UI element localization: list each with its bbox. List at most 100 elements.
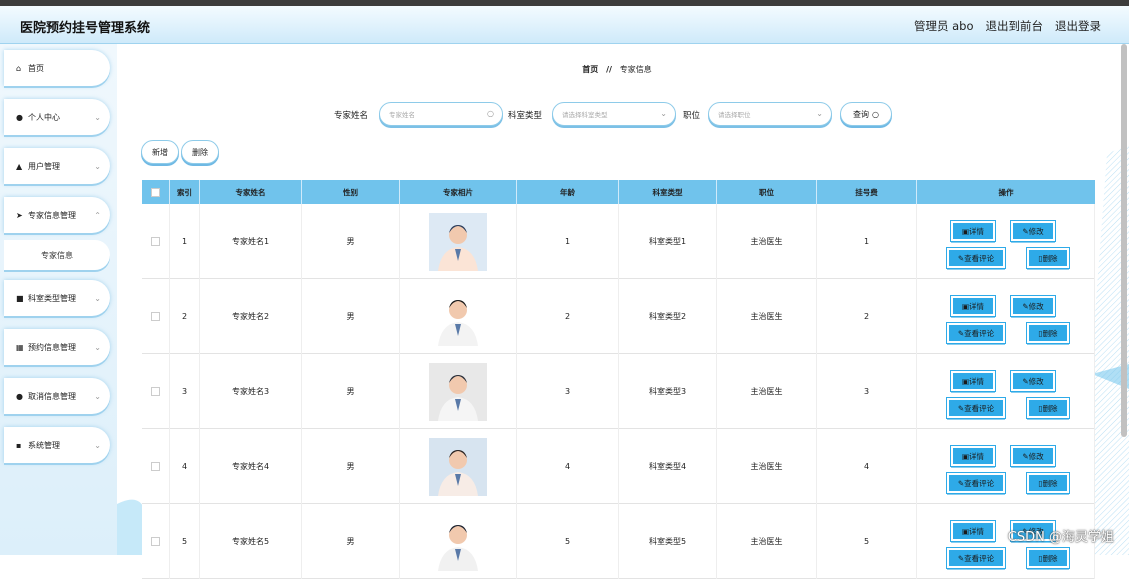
sidebar-item-label: 个人中心 bbox=[28, 112, 94, 123]
name-cell: 专家姓名1 bbox=[200, 204, 302, 279]
delete-row-button[interactable]: ▯ 删除 bbox=[1027, 323, 1069, 343]
view-comments-button[interactable]: ✎ 查看评论 bbox=[947, 323, 1005, 343]
row-checkbox-cell bbox=[142, 279, 170, 354]
sidebar-item-personal-center[interactable]: ● 个人中心 ⌄ bbox=[4, 99, 110, 135]
view-comments-button[interactable]: ✎ 查看评论 bbox=[947, 473, 1005, 493]
dept-cell: 科室类型4 bbox=[619, 429, 717, 504]
detail-button[interactable]: ▣ 详情 bbox=[951, 446, 995, 466]
sidebar-item-label: 取消信息管理 bbox=[28, 391, 94, 402]
row-checkbox[interactable] bbox=[151, 237, 160, 246]
add-button-label: 新增 bbox=[152, 147, 168, 158]
view-comments-button[interactable]: ✎ 查看评论 bbox=[947, 548, 1005, 568]
chevron-down-icon: ⌄ bbox=[94, 441, 101, 450]
col-header: 性别 bbox=[302, 180, 400, 204]
edit-button[interactable]: ✎ 修改 bbox=[1011, 221, 1055, 241]
index-cell: 4 bbox=[170, 429, 200, 504]
position-select[interactable]: 请选择职位 ⌄ bbox=[708, 102, 832, 126]
app-title: 医院预约挂号管理系统 bbox=[20, 17, 150, 36]
vertical-scrollbar[interactable] bbox=[1121, 44, 1127, 437]
row-checkbox-cell bbox=[142, 354, 170, 429]
table-row: 4专家姓名4男4科室类型4主治医生4▣ 详情✎ 修改✎ 查看评论▯ 删除 bbox=[142, 429, 1095, 504]
detail-button[interactable]: ▣ 详情 bbox=[951, 521, 995, 541]
row-checkbox[interactable] bbox=[151, 312, 160, 321]
edit-button[interactable]: ✎ 修改 bbox=[1011, 446, 1055, 466]
row-checkbox-cell bbox=[142, 204, 170, 279]
row-checkbox[interactable] bbox=[151, 462, 160, 471]
fee-cell: 4 bbox=[817, 429, 917, 504]
position-cell: 主治医生 bbox=[717, 354, 817, 429]
chevron-down-icon: ⌄ bbox=[94, 113, 101, 122]
action-label: 详情 bbox=[969, 451, 984, 462]
detail-button[interactable]: ▣ 详情 bbox=[951, 296, 995, 316]
user-icon: ● bbox=[16, 113, 28, 122]
pin-icon: ● bbox=[16, 392, 28, 401]
view-comments-button[interactable]: ✎ 查看评论 bbox=[947, 248, 1005, 268]
action-label: 修改 bbox=[1029, 376, 1044, 387]
position-cell: 主治医生 bbox=[717, 429, 817, 504]
sidebar-item-label: 用户管理 bbox=[28, 161, 94, 172]
sidebar-item-expert-management[interactable]: ➤ 专家信息管理 ⌃ bbox=[4, 197, 110, 233]
dept-cell: 科室类型1 bbox=[619, 204, 717, 279]
detail-button[interactable]: ▣ 详情 bbox=[951, 371, 995, 391]
exit-to-front-link[interactable]: 退出到前台 bbox=[986, 18, 1044, 34]
age-cell: 2 bbox=[517, 279, 619, 354]
view-comments-button[interactable]: ✎ 查看评论 bbox=[947, 398, 1005, 418]
col-header: 年龄 bbox=[517, 180, 619, 204]
col-header: 操作 bbox=[917, 180, 1095, 204]
expert-photo bbox=[429, 513, 487, 571]
header-links: 管理员 abo 退出到前台 退出登录 bbox=[914, 18, 1101, 34]
delete-row-button[interactable]: ▯ 删除 bbox=[1027, 398, 1069, 418]
position-cell: 主治医生 bbox=[717, 504, 817, 579]
expert-photo bbox=[429, 438, 487, 496]
logout-link[interactable]: 退出登录 bbox=[1055, 18, 1101, 34]
breadcrumb-home[interactable]: 首页 bbox=[582, 65, 598, 74]
apps-icon: ▪ bbox=[16, 441, 28, 450]
sidebar: ⌂ 首页 ● 个人中心 ⌄ ▲ 用户管理 ⌄ ➤ 专家信息管理 ⌃ 专家信息 ■… bbox=[0, 44, 117, 555]
thumb-icon: ▲ bbox=[16, 162, 28, 171]
expert-photo bbox=[429, 213, 487, 271]
age-cell: 3 bbox=[517, 354, 619, 429]
detail-button[interactable]: ▣ 详情 bbox=[951, 221, 995, 241]
actions-cell: ▣ 详情 ✎ 修改 ✎ 查看评论 ▯ 删除 bbox=[917, 204, 1095, 279]
sidebar-item-user-management[interactable]: ▲ 用户管理 ⌄ bbox=[4, 148, 110, 184]
sidebar-item-cancel-management[interactable]: ● 取消信息管理 ⌄ bbox=[4, 378, 110, 414]
action-label: 修改 bbox=[1029, 226, 1044, 237]
sidebar-item-appointment-management[interactable]: ▦ 预约信息管理 ⌄ bbox=[4, 329, 110, 365]
sidebar-item-home[interactable]: ⌂ 首页 bbox=[4, 50, 110, 86]
dept-cell: 科室类型2 bbox=[619, 279, 717, 354]
row-checkbox[interactable] bbox=[151, 387, 160, 396]
expert-name-label: 专家姓名 bbox=[334, 109, 368, 121]
sidebar-subitem-expert-info[interactable]: 专家信息 bbox=[4, 240, 110, 270]
name-cell: 专家姓名5 bbox=[200, 504, 302, 579]
action-label: 查看评论 bbox=[964, 553, 994, 564]
sidebar-item-system-management[interactable]: ▪ 系统管理 ⌄ bbox=[4, 427, 110, 463]
delete-row-button[interactable]: ▯ 删除 bbox=[1027, 248, 1069, 268]
actions-cell: ▣ 详情 ✎ 修改 ✎ 查看评论 ▯ 删除 bbox=[917, 429, 1095, 504]
action-label: 修改 bbox=[1029, 301, 1044, 312]
row-checkbox[interactable] bbox=[151, 537, 160, 546]
fee-cell: 1 bbox=[817, 204, 917, 279]
select-all-checkbox[interactable] bbox=[151, 188, 160, 197]
col-header: 职位 bbox=[717, 180, 817, 204]
delete-button[interactable]: 删除 bbox=[181, 140, 219, 164]
action-label: 修改 bbox=[1029, 451, 1044, 462]
chevron-down-icon: ⌄ bbox=[94, 294, 101, 303]
breadcrumb: 首页 // 专家信息 bbox=[117, 64, 1117, 75]
query-button[interactable]: 查询 ○ bbox=[840, 102, 892, 126]
expert-name-input[interactable]: 专家姓名 ○ bbox=[379, 102, 503, 126]
index-cell: 3 bbox=[170, 354, 200, 429]
delete-row-button[interactable]: ▯ 删除 bbox=[1027, 473, 1069, 493]
sidebar-item-dept-type-management[interactable]: ■ 科室类型管理 ⌄ bbox=[4, 280, 110, 316]
add-button[interactable]: 新增 bbox=[141, 140, 179, 164]
delete-row-button[interactable]: ▯ 删除 bbox=[1027, 548, 1069, 568]
action-label: 详情 bbox=[969, 376, 984, 387]
dept-type-select[interactable]: 请选择科室类型 ⌄ bbox=[552, 102, 676, 126]
table-row: 3专家姓名3男3科室类型3主治医生3▣ 详情✎ 修改✎ 查看评论▯ 删除 bbox=[142, 354, 1095, 429]
edit-button[interactable]: ✎ 修改 bbox=[1011, 371, 1055, 391]
dept-type-label: 科室类型 bbox=[508, 109, 542, 121]
table-row: 2专家姓名2男2科室类型2主治医生2▣ 详情✎ 修改✎ 查看评论▯ 删除 bbox=[142, 279, 1095, 354]
select-all-cell bbox=[142, 180, 170, 204]
edit-button[interactable]: ✎ 修改 bbox=[1011, 296, 1055, 316]
age-cell: 4 bbox=[517, 429, 619, 504]
name-cell: 专家姓名4 bbox=[200, 429, 302, 504]
